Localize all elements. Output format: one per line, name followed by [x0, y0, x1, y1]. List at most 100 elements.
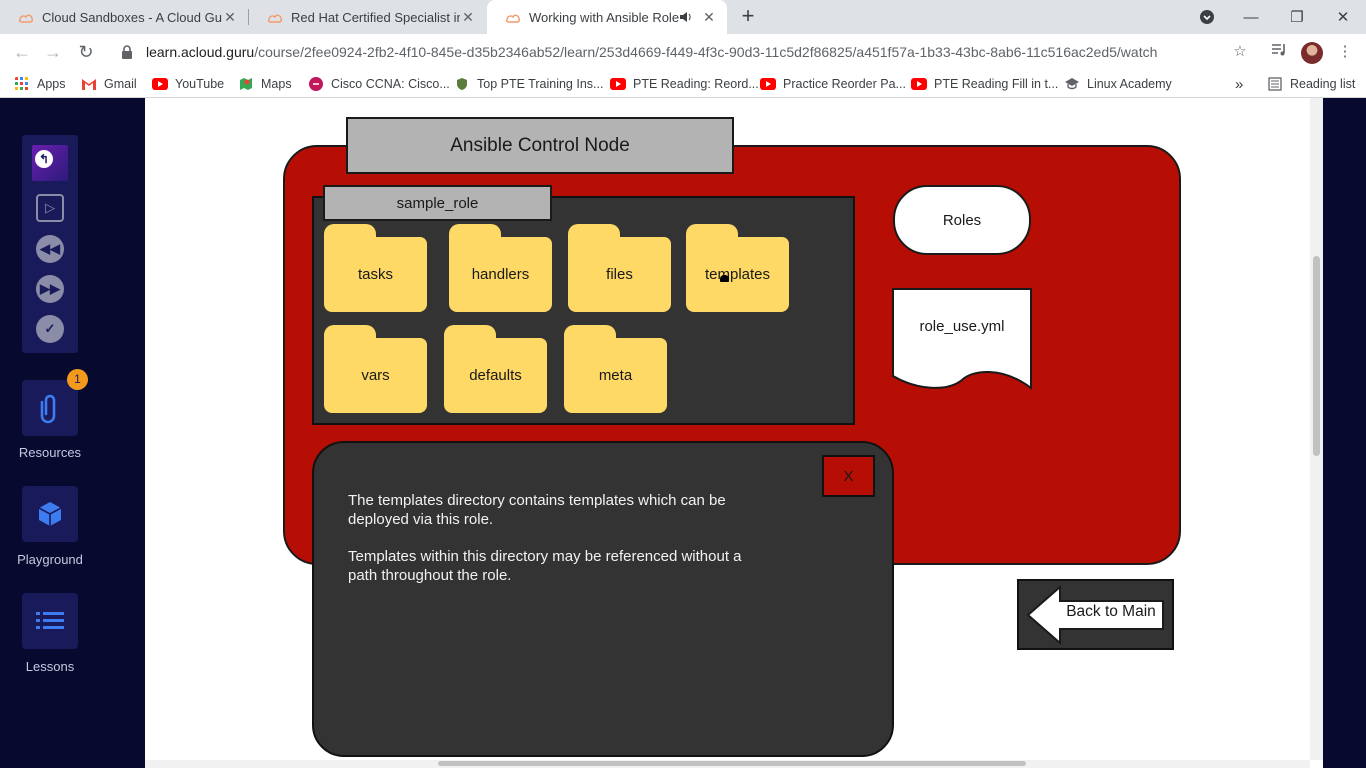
- rewind-icon[interactable]: ◀◀: [36, 235, 64, 263]
- cisco-icon: [309, 77, 323, 91]
- back-to-main-label: Back to Main: [1066, 603, 1156, 620]
- folder-vars[interactable]: vars: [324, 325, 427, 413]
- star-icon[interactable]: ☆: [1230, 42, 1250, 62]
- bookmark-label: PTE Reading Fill in t...: [934, 77, 1059, 91]
- new-tab-button[interactable]: +: [737, 5, 759, 29]
- bookmark-youtube[interactable]: YouTube: [152, 75, 224, 93]
- vertical-scrollbar[interactable]: [1310, 98, 1323, 760]
- folder-label: handlers: [449, 237, 552, 312]
- fast-forward-icon[interactable]: ▶▶: [36, 275, 64, 303]
- folder-label: defaults: [444, 338, 547, 413]
- lessons-button[interactable]: [22, 593, 78, 649]
- bookmarks-overflow-button[interactable]: »: [1235, 75, 1243, 93]
- close-icon[interactable]: ✕: [701, 9, 717, 26]
- url-path: /course/2fee0924-2fb2-4f10-845e-d35b2346…: [254, 44, 1158, 60]
- popup-paragraph: Templates within this directory may be r…: [348, 548, 742, 584]
- bookmark-top-pte[interactable]: Top PTE Training Ins...: [454, 75, 603, 93]
- tab-working-with-ansible-roles[interactable]: Working with Ansible Roles ✕: [487, 0, 727, 34]
- bookmark-practice-reorder[interactable]: Practice Reorder Pa...: [760, 75, 906, 93]
- folder-templates[interactable]: templates: [686, 224, 789, 312]
- bookmark-label: Gmail: [104, 77, 137, 91]
- graduation-cap-icon: [1065, 78, 1079, 90]
- youtube-icon: [760, 78, 776, 90]
- forward-arrow-icon[interactable]: →: [41, 40, 65, 64]
- window-close-button[interactable]: ✕: [1320, 0, 1366, 34]
- check-icon[interactable]: ✓: [36, 315, 64, 343]
- folder-handlers[interactable]: handlers: [449, 224, 552, 312]
- folder-label: vars: [324, 338, 427, 413]
- role-name-label: sample_role: [323, 185, 552, 221]
- acloudguru-favicon-icon: [505, 14, 521, 23]
- reading-list-icon: [1268, 77, 1282, 91]
- control-node-title: Ansible Control Node: [346, 117, 734, 174]
- info-popup: [312, 441, 894, 757]
- kebab-menu-icon[interactable]: ⋮: [1335, 42, 1355, 62]
- paperclip-icon: [40, 394, 56, 424]
- back-arrow-icon[interactable]: ←: [10, 40, 34, 64]
- reading-list-label: Reading list: [1290, 77, 1356, 91]
- document-shape-icon[interactable]: [892, 288, 1032, 392]
- folder-label: templates: [686, 237, 789, 312]
- minimize-button[interactable]: —: [1228, 0, 1274, 34]
- tab-title: Working with Ansible Roles: [529, 9, 679, 25]
- bookmark-label: Apps: [37, 77, 66, 91]
- maximize-button[interactable]: ❐: [1274, 0, 1320, 34]
- bookmark-label: Maps: [261, 77, 292, 91]
- scrollbar-thumb[interactable]: [1313, 256, 1320, 456]
- course-thumbnail[interactable]: ↰: [32, 145, 68, 181]
- tab-red-hat-specialist[interactable]: Red Hat Certified Specialist in An ✕: [249, 0, 486, 34]
- right-gutter: [1323, 98, 1366, 768]
- folder-meta[interactable]: meta: [564, 325, 667, 413]
- close-icon[interactable]: ✕: [222, 9, 238, 26]
- bookmarks-bar: Apps Gmail YouTube Maps Cisco CCNA: Cisc…: [0, 70, 1366, 98]
- media-control-icon[interactable]: [1269, 42, 1289, 62]
- folder-label: files: [568, 237, 671, 312]
- gmail-icon: [82, 79, 96, 90]
- lock-icon: [122, 45, 132, 59]
- folder-tasks[interactable]: tasks: [324, 224, 427, 312]
- role-file-label: role_use.yml: [919, 318, 1005, 335]
- close-icon[interactable]: ✕: [460, 9, 476, 26]
- acloudguru-favicon-icon: [267, 14, 283, 23]
- speaker-icon[interactable]: [679, 10, 693, 24]
- folder-label: meta: [564, 338, 667, 413]
- scrollbar-thumb[interactable]: [438, 761, 1026, 766]
- apps-grid-icon: [15, 77, 28, 90]
- bookmark-label: Cisco CCNA: Cisco...: [331, 77, 450, 91]
- playground-button[interactable]: [22, 486, 78, 542]
- bookmark-label: PTE Reading: Reord...: [633, 77, 759, 91]
- roles-button[interactable]: Roles: [893, 185, 1031, 255]
- bookmark-linux-academy[interactable]: Linux Academy: [1064, 75, 1172, 93]
- bookmark-maps[interactable]: Maps: [238, 75, 292, 93]
- bookmark-cisco-ccna[interactable]: Cisco CCNA: Cisco...: [308, 75, 450, 93]
- back-circle-icon[interactable]: ↰: [35, 150, 53, 168]
- reading-list-button[interactable]: Reading list: [1267, 75, 1355, 93]
- youtube-icon: [911, 78, 927, 90]
- maps-icon: [240, 78, 252, 90]
- expand-panel-icon[interactable]: ▷: [36, 194, 64, 222]
- tab-search-icon[interactable]: [1184, 0, 1230, 34]
- bookmark-pte-fill[interactable]: PTE Reading Fill in t...: [911, 75, 1058, 93]
- popup-close-button[interactable]: X: [822, 455, 875, 497]
- url-host: learn.acloud.guru: [146, 44, 255, 60]
- mouse-cursor-icon: [720, 275, 729, 282]
- reload-icon[interactable]: ↻: [74, 40, 98, 64]
- tab-cloud-sandboxes[interactable]: Cloud Sandboxes - A Cloud Guru ✕: [0, 0, 248, 34]
- bookmark-apps[interactable]: Apps: [14, 75, 66, 93]
- folder-defaults[interactable]: defaults: [444, 325, 547, 413]
- bookmark-label: Practice Reorder Pa...: [783, 77, 906, 91]
- tab-strip: Cloud Sandboxes - A Cloud Guru ✕ Red Hat…: [0, 0, 1366, 34]
- horizontal-scrollbar[interactable]: [145, 760, 1310, 768]
- bookmark-label: Linux Academy: [1087, 77, 1172, 91]
- resources-label: Resources: [18, 445, 82, 460]
- resources-badge: 1: [67, 369, 88, 390]
- profile-avatar[interactable]: [1301, 42, 1323, 64]
- resources-button[interactable]: [22, 380, 78, 436]
- browser-toolbar: ← → ↻ learn.acloud.guru/course/2fee0924-…: [0, 34, 1366, 70]
- folder-files[interactable]: files: [568, 224, 671, 312]
- bookmark-gmail[interactable]: Gmail: [81, 75, 137, 93]
- tab-title: Red Hat Certified Specialist in An: [291, 9, 460, 25]
- bookmark-pte-reorder[interactable]: PTE Reading: Reord...: [610, 75, 759, 93]
- address-bar[interactable]: learn.acloud.guru/course/2fee0924-2fb2-4…: [108, 38, 1258, 66]
- lessons-label: Lessons: [25, 659, 75, 674]
